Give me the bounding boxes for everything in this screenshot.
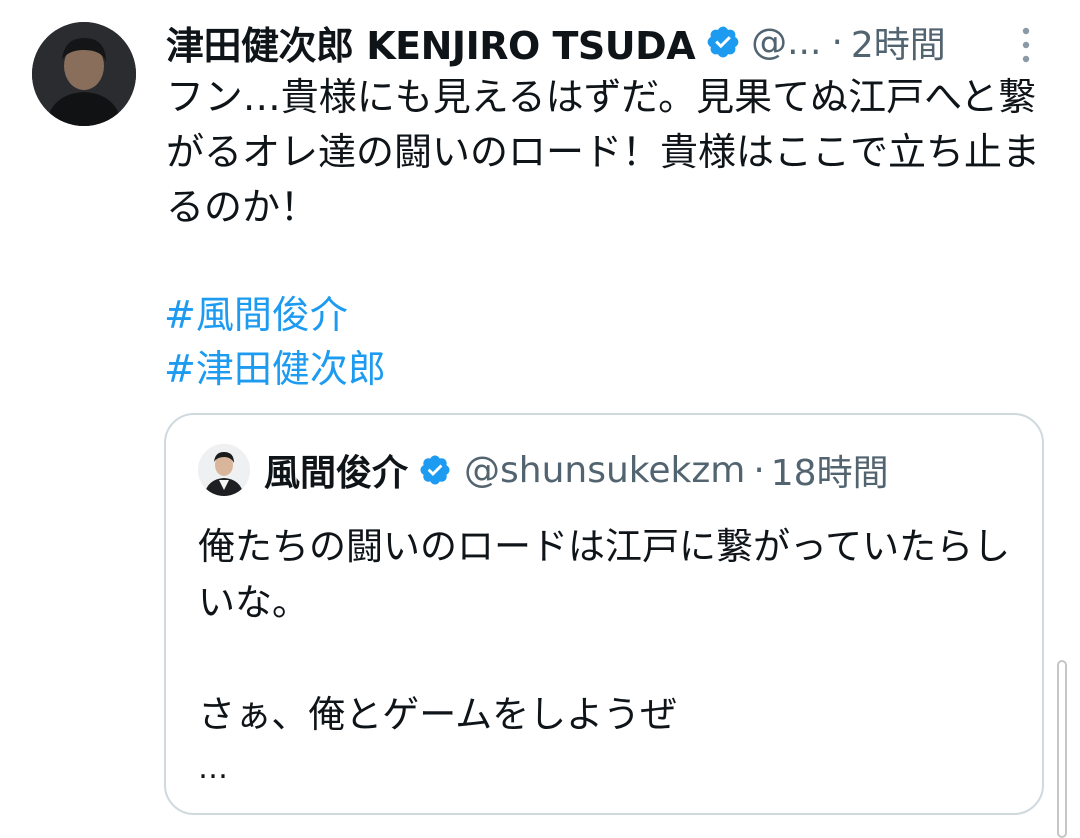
- hashtag-link[interactable]: #風間俊介: [164, 288, 386, 342]
- scrollbar-thumb[interactable]: [1057, 660, 1067, 838]
- tweet-header: 津田健次郎 KENJIRO TSUDA @... · 2時間: [166, 14, 1046, 70]
- quoted-tweet-timestamp[interactable]: 18時間: [771, 444, 889, 496]
- quoted-tweet-card[interactable]: 風間俊介 @shunsukekzm · 18時間 俺たちの闘いのロードは江戸に繋…: [164, 413, 1044, 815]
- quoted-author-display-name[interactable]: 風間俊介: [264, 444, 408, 496]
- hashtag-list: #風間俊介 #津田健次郎: [164, 288, 386, 396]
- meta-separator: ·: [753, 449, 765, 491]
- tweet-text: フン…貴様にも見えるはずだ。見果てぬ江戸へと繋がるオレ達の闘いのロード！貴様はこ…: [166, 75, 1041, 229]
- author-handle[interactable]: @...: [751, 22, 821, 63]
- scrollbar[interactable]: [1055, 660, 1069, 838]
- author-avatar[interactable]: [32, 22, 136, 126]
- quoted-author-handle[interactable]: @shunsukekzm: [464, 450, 745, 491]
- meta-separator: ·: [831, 21, 843, 63]
- quoted-author-avatar[interactable]: [198, 444, 250, 496]
- hashtag-link[interactable]: #津田健次郎: [164, 342, 386, 396]
- quoted-author-photo: [198, 444, 250, 496]
- verified-badge-icon: [418, 453, 452, 487]
- tweet-timestamp[interactable]: 2時間: [851, 16, 946, 68]
- author-display-name[interactable]: 津田健次郎 KENJIRO TSUDA: [166, 15, 696, 70]
- quoted-tweet-truncation: …: [198, 751, 228, 786]
- quoted-tweet-text: 俺たちの闘いのロードは江戸に繋がっていたらしいな。 さぁ、俺とゲームをしようぜ: [198, 525, 1011, 736]
- verified-badge-icon: [705, 24, 741, 60]
- quoted-tweet-header: 風間俊介 @shunsukekzm · 18時間: [198, 443, 889, 497]
- more-vertical-icon: [1022, 27, 1030, 63]
- author-photo: [32, 22, 136, 126]
- more-options-button[interactable]: [1016, 24, 1036, 68]
